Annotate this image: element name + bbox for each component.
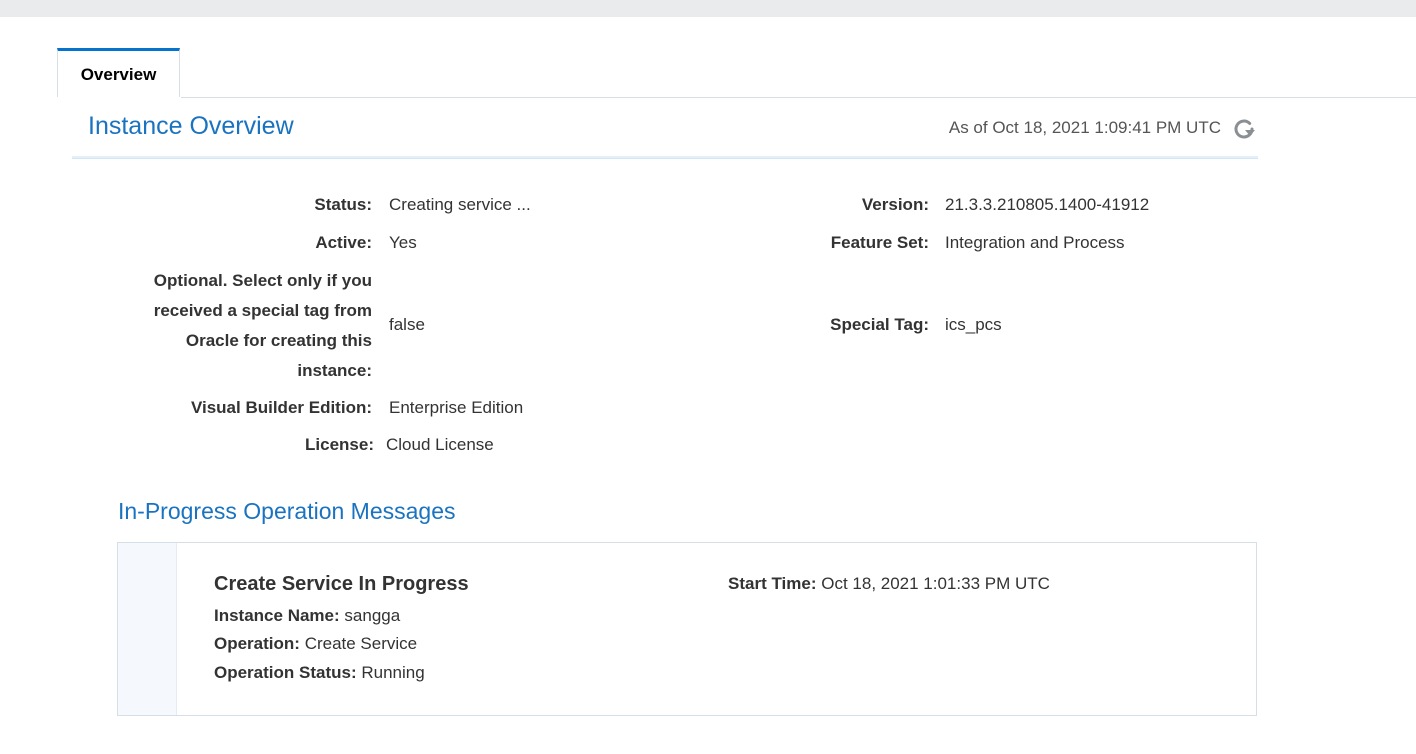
tab-strip-divider (181, 97, 1416, 98)
license-value: Cloud License (386, 435, 494, 454)
operation-status-row: Operation Status: Running (214, 663, 425, 683)
version-label: Version: (861, 195, 929, 214)
optional-special-tag-label: Optional. Select only if you received a … (153, 271, 372, 380)
visual-builder-edition-label: Visual Builder Edition: (190, 398, 372, 417)
status-label: Status: (314, 195, 372, 214)
start-time-value: Oct 18, 2021 1:01:33 PM UTC (821, 574, 1050, 593)
start-time-label: Start Time: (728, 574, 817, 593)
status-value: Creating service ... (389, 195, 531, 214)
as-of-timestamp: As of Oct 18, 2021 1:09:41 PM UTC (948, 118, 1221, 137)
feature-set-value: Integration and Process (945, 233, 1125, 252)
operation-messages-title: In-Progress Operation Messages (118, 498, 456, 524)
active-label: Active: (315, 233, 372, 252)
message-side-strip (118, 543, 177, 715)
message-title: Create Service In Progress (214, 573, 469, 595)
start-time-row: Start Time: Oct 18, 2021 1:01:33 PM UTC (728, 574, 1050, 594)
page-title: Instance Overview (88, 112, 294, 140)
license-label: License: (305, 435, 374, 454)
feature-set-label: Feature Set: (830, 233, 929, 252)
operation-status-label: Operation Status: (214, 663, 357, 682)
operation-row: Operation: Create Service (214, 634, 417, 654)
special-tag-label: Special Tag: (830, 315, 929, 334)
version-value: 21.3.3.210805.1400-41912 (945, 195, 1150, 214)
operation-message-card: Create Service In Progress Instance Name… (117, 542, 1257, 716)
refresh-icon[interactable] (1232, 117, 1256, 141)
optional-special-tag-value: false (389, 315, 425, 334)
tab-overview[interactable]: Overview (57, 48, 180, 97)
instance-name-label: Instance Name: (214, 606, 340, 625)
operation-value: Create Service (304, 634, 418, 653)
title-divider (72, 156, 1258, 159)
operation-label: Operation: (214, 634, 300, 653)
operation-status-value: Running (361, 663, 425, 682)
tab-overview-label: Overview (80, 65, 157, 84)
special-tag-value: ics_pcs (945, 315, 1002, 334)
active-value: Yes (389, 233, 417, 252)
instance-name-row: Instance Name: sangga (214, 606, 400, 626)
top-bar (0, 0, 1416, 17)
instance-name-value: sangga (344, 606, 401, 625)
visual-builder-edition-value: Enterprise Edition (389, 398, 524, 417)
